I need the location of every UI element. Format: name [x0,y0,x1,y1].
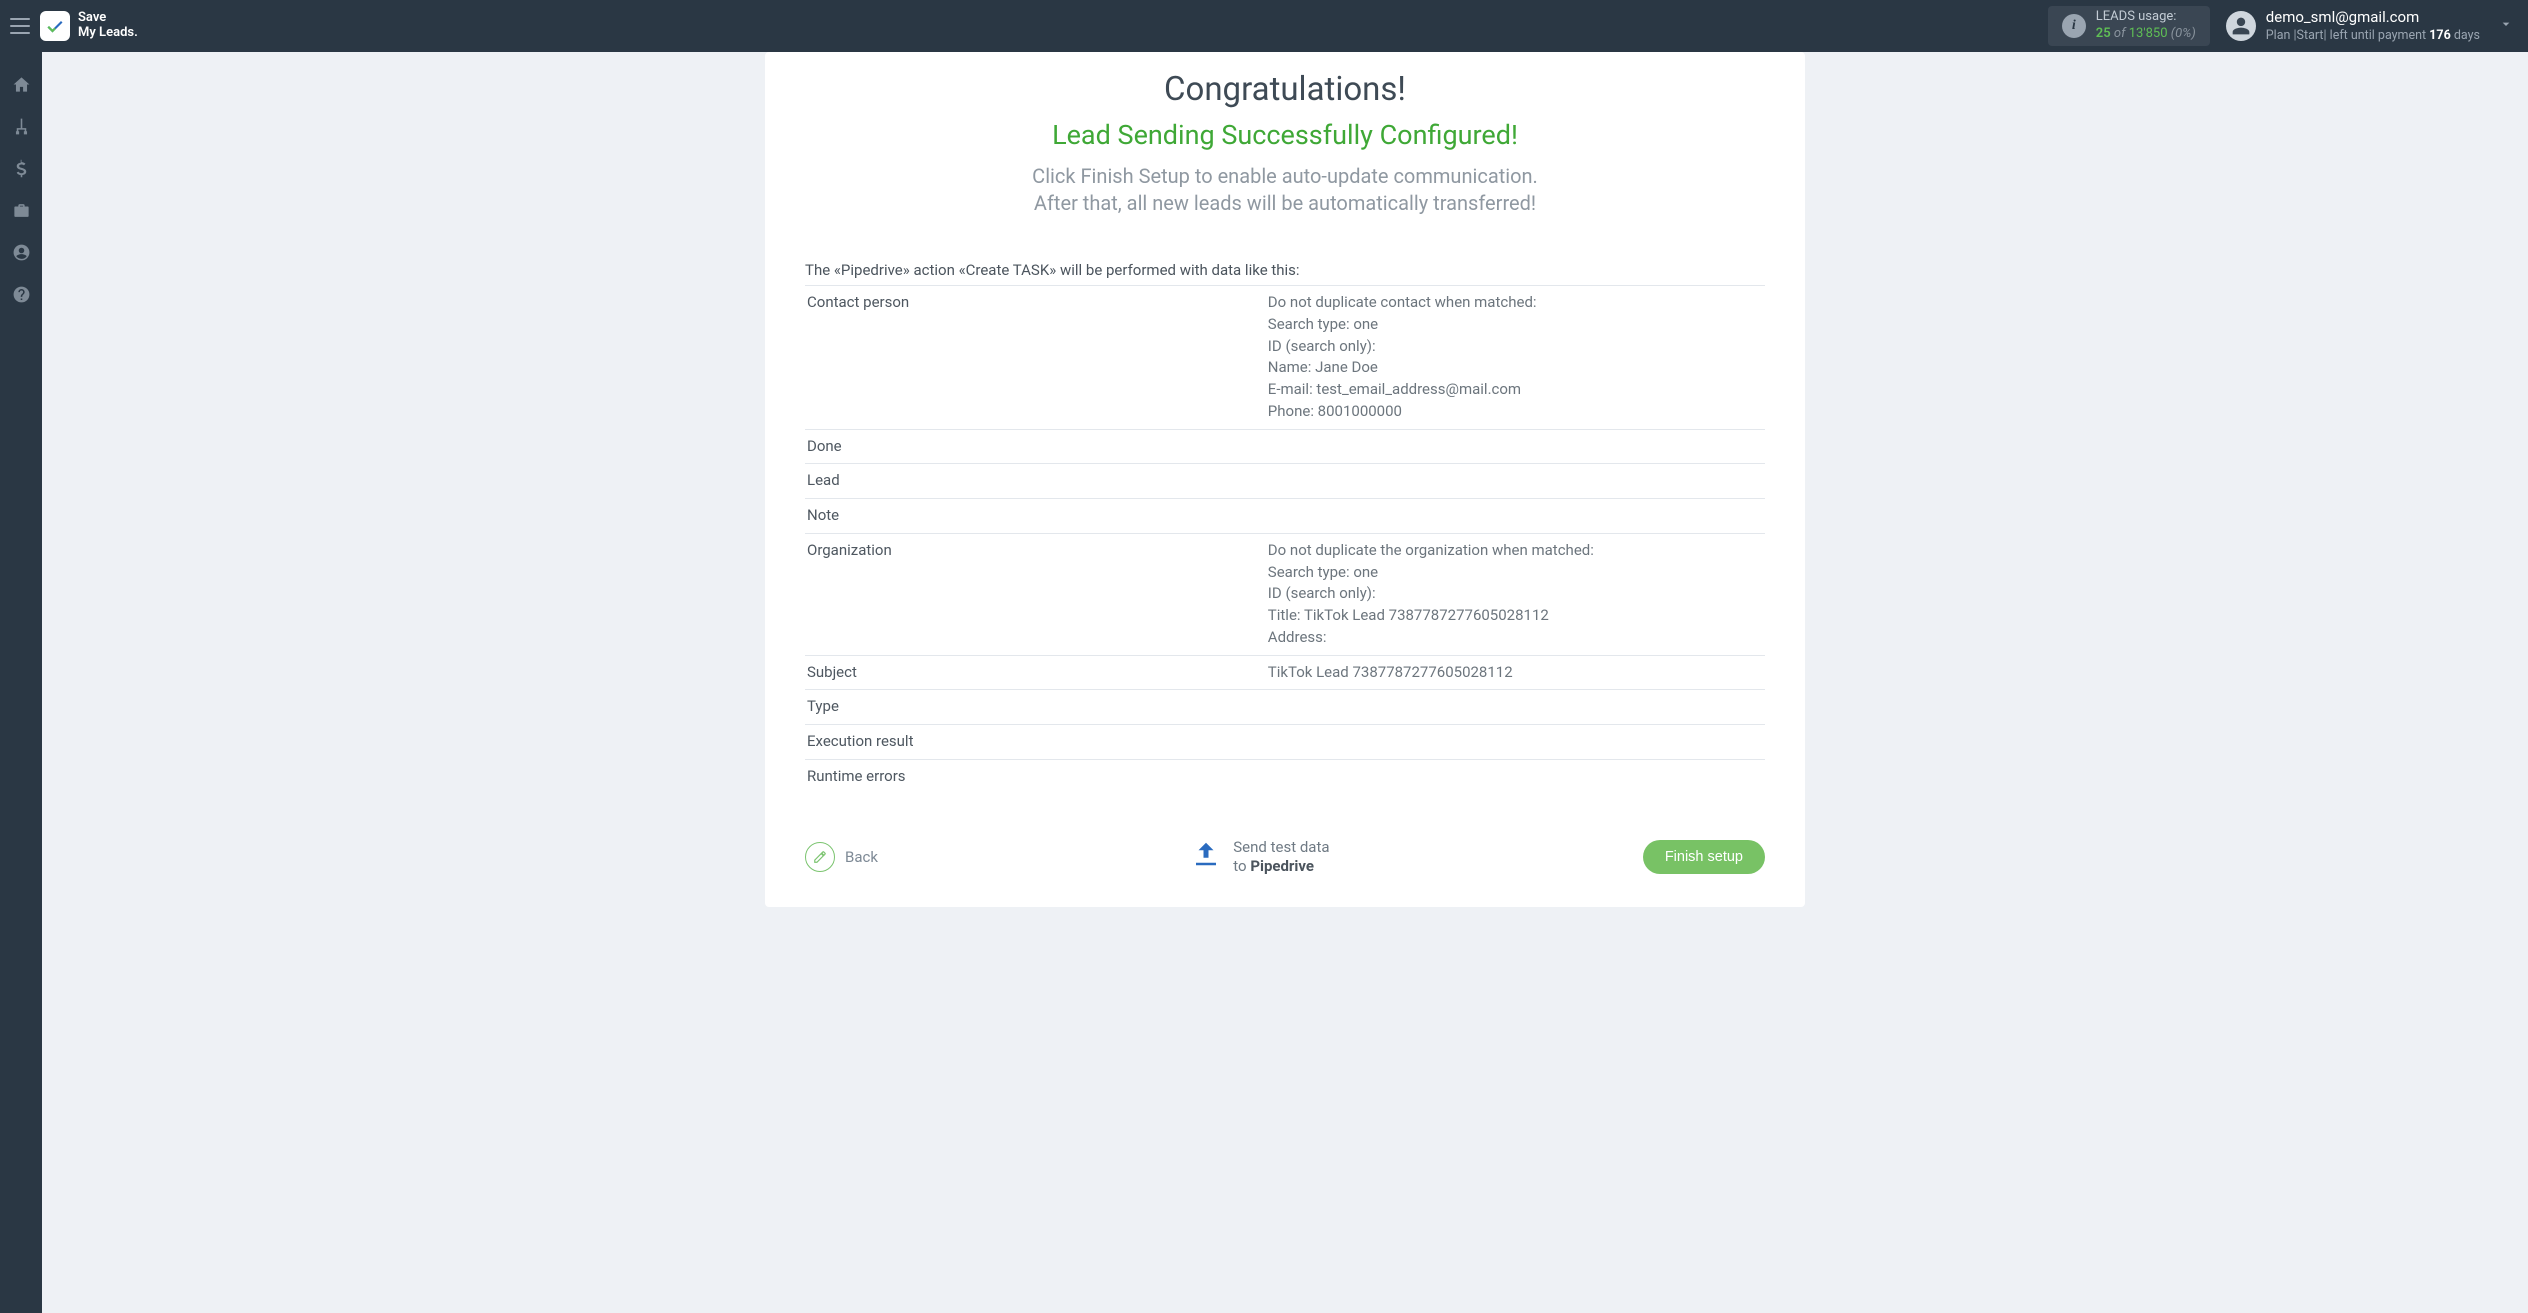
app-name: Save My Leads. [78,11,138,41]
sitemap-icon [12,117,31,136]
table-cell-value [1266,499,1765,534]
account-chevron[interactable] [2498,16,2514,36]
back-button[interactable]: Back [805,842,878,872]
table-cell-key: Note [805,499,1266,534]
table-cell-value [1266,464,1765,499]
leads-usage-current: 25 [2096,26,2111,41]
content: Congratulations! Lead Sending Successful… [42,52,2528,1313]
table-row: Execution result [805,725,1765,760]
account-plan: Plan |Start| left until payment 176 days [2266,28,2480,45]
leads-usage-of: of [2114,26,2126,41]
send-test-button[interactable]: Send test data to Pipedrive [1191,838,1329,877]
leads-usage-text: LEADS usage: 25 of 13'850 (0%) [2096,9,2196,43]
table-cell-key: Organization [805,533,1266,655]
table-row: Contact personDo not duplicate contact w… [805,286,1765,430]
data-table-caption: The «Pipedrive» action «Create TASK» wil… [805,261,1765,279]
table-cell-value [1266,690,1765,725]
account-email: demo_sml@gmail.com [2266,7,2480,27]
table-cell-value: Do not duplicate the organization when m… [1266,533,1765,655]
sidebar-item-connections[interactable] [9,114,33,138]
table-cell-value: TikTok Lead 7387787277605028112 [1266,655,1765,690]
sidebar-item-home[interactable] [9,72,33,96]
sidebar-item-billing[interactable] [9,156,33,180]
leads-usage-label: LEADS usage: [2096,9,2196,26]
table-row: Runtime errors [805,759,1765,793]
table-cell-key: Execution result [805,725,1266,760]
table-row: OrganizationDo not duplicate the organiz… [805,533,1765,655]
leads-usage-box[interactable]: i LEADS usage: 25 of 13'850 (0%) [2048,6,2210,46]
home-icon [12,75,31,94]
user-circle-icon [12,243,31,262]
finish-setup-button[interactable]: Finish setup [1643,840,1765,874]
heading-success: Lead Sending Successfully Configured! [805,119,1765,151]
table-cell-key: Type [805,690,1266,725]
table-cell-value [1266,759,1765,793]
card-footer: Back Send test data to Pipedrive Finish … [805,838,1765,877]
back-label: Back [845,848,878,866]
app-logo[interactable] [40,11,70,41]
table-cell-key: Done [805,429,1266,464]
table-cell-value [1266,429,1765,464]
avatar [2226,11,2256,41]
table-cell-key: Lead [805,464,1266,499]
table-row: Lead [805,464,1765,499]
setup-card: Congratulations! Lead Sending Successful… [765,52,1805,907]
sidebar-item-briefcase[interactable] [9,198,33,222]
table-cell-key: Contact person [805,286,1266,430]
sidebar-item-help[interactable] [9,282,33,306]
data-preview-table: Contact personDo not duplicate contact w… [805,285,1765,794]
table-row: SubjectTikTok Lead 7387787277605028112 [805,655,1765,690]
table-row: Done [805,429,1765,464]
leads-usage-pct: (0%) [2171,26,2196,41]
topbar: Save My Leads. i LEADS usage: 25 of 13'8… [0,0,2528,52]
upload-icon [1191,839,1221,875]
send-test-line1: Send test data [1233,838,1329,858]
send-test-line2: to Pipedrive [1233,857,1329,877]
table-row: Type [805,690,1765,725]
info-icon: i [2062,14,2086,38]
briefcase-icon [12,201,31,220]
heading-congrats: Congratulations! [805,70,1765,109]
chevron-down-icon [2498,16,2514,32]
check-logo-icon [45,16,65,36]
leads-usage-total: 13'850 [2129,26,2168,41]
dollar-icon [12,159,31,178]
heading-desc: Click Finish Setup to enable auto-update… [805,163,1765,217]
table-row: Note [805,499,1765,534]
menu-toggle-button[interactable] [10,18,30,34]
table-cell-value [1266,725,1765,760]
app-name-line2: My Leads. [78,26,138,41]
pencil-icon [805,842,835,872]
sidebar [0,52,42,1313]
table-cell-key: Subject [805,655,1266,690]
person-icon [2231,16,2251,36]
account-menu[interactable]: demo_sml@gmail.com Plan |Start| left unt… [2226,7,2480,44]
help-icon [12,285,31,304]
table-cell-value: Do not duplicate contact when matched: S… [1266,286,1765,430]
sidebar-item-profile[interactable] [9,240,33,264]
table-cell-key: Runtime errors [805,759,1266,793]
app-name-line1: Save [78,11,138,26]
